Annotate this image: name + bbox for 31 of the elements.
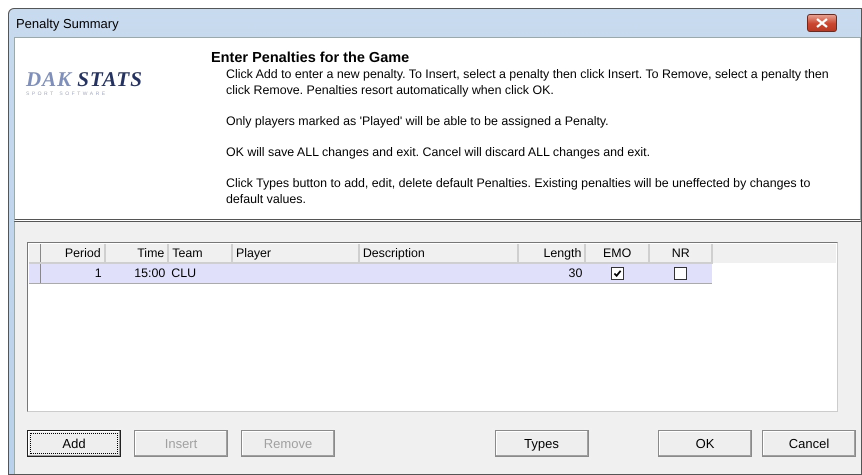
table-cell: 15:00 <box>134 266 166 280</box>
checkbox[interactable] <box>610 267 624 280</box>
close-icon <box>816 18 828 28</box>
window-title: Penalty Summary <box>16 16 119 30</box>
instruction-text: OK will save ALL changes and exit. Cancel will discard ALL changes and exit. <box>226 144 652 160</box>
column-header: Length <box>518 244 586 263</box>
table-row[interactable]: 1 15:00 CLU 30 <box>29 263 836 283</box>
column-header: EMO <box>585 244 649 263</box>
checkbox[interactable] <box>674 267 688 280</box>
dialog-button[interactable]: Add <box>27 430 121 457</box>
close-button[interactable] <box>807 14 837 32</box>
row-header <box>29 263 41 283</box>
column-header: Period <box>40 244 105 263</box>
logo-text: STATS <box>77 67 143 91</box>
column-header: Player <box>232 244 359 263</box>
table-cell: 30 <box>568 266 582 280</box>
table-cell: 1 <box>94 266 102 280</box>
column-header: Team <box>168 244 232 263</box>
column-header: Description <box>358 244 518 263</box>
dialog-button[interactable]: Cancel <box>762 430 856 457</box>
heading: Enter Penalties for the Game <box>211 50 410 66</box>
logo-text: DAK <box>26 67 72 91</box>
dialog-button[interactable]: OK <box>658 430 752 457</box>
instruction-text: Only players marked as 'Played' will be able to be assigned a Penalty. <box>226 113 610 129</box>
row-header-corner <box>29 244 41 263</box>
dialog-button[interactable]: Types <box>494 430 588 457</box>
table-cell: CLU <box>171 266 196 280</box>
instruction-text: Click Types button to add, edit, delete default Penalties. Existing penalties will be uneffected by changes to default values. <box>226 175 812 207</box>
column-header: NR <box>648 244 712 263</box>
column-header: Time <box>104 244 168 263</box>
instruction-text: Click Add to enter a new penalty. To Insert, select a penalty then click Insert. To Remove, select a penalty then click Remove. Penalties resort automatically when click OK. <box>226 66 830 98</box>
